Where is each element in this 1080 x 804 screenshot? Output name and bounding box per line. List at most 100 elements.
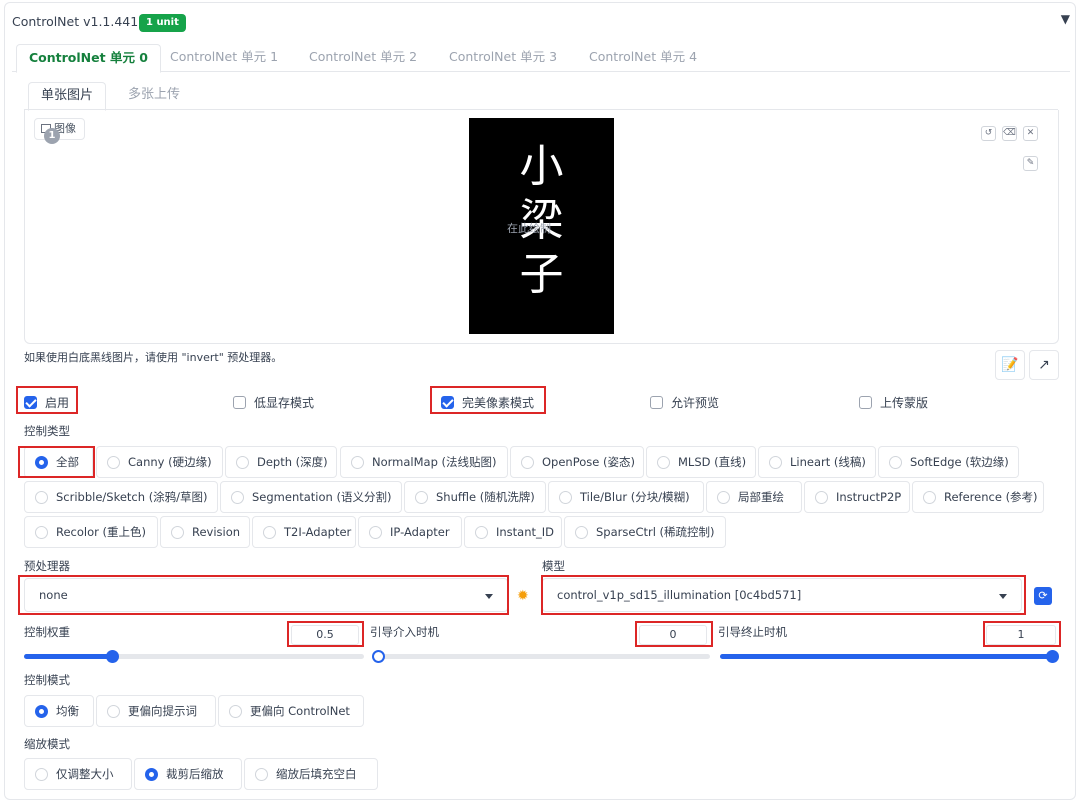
- tab-unit-4[interactable]: ControlNet 单元 4: [577, 44, 709, 72]
- radio-icon: [369, 525, 382, 539]
- highlight-end-value: [983, 621, 1061, 647]
- collapse-triangle-icon[interactable]: ▼: [1061, 12, 1070, 26]
- radio-icon: [717, 490, 730, 504]
- end-slider[interactable]: [720, 650, 1059, 663]
- radio-icon: [351, 455, 364, 469]
- refresh-icon[interactable]: ⟳: [1034, 587, 1052, 605]
- control-type-ip-adapter-label: IP-Adapter: [390, 525, 450, 539]
- control-mode-controlnet[interactable]: 更偏向 ControlNet: [218, 695, 364, 727]
- resize-mode-fill[interactable]: 缩放后填充空白: [244, 758, 378, 790]
- control-mode-prompt[interactable]: 更偏向提示词: [96, 695, 216, 727]
- highlight-control-type-all: [18, 446, 95, 478]
- control-type-canny[interactable]: Canny (硬边缘): [96, 446, 223, 478]
- eraser-icon[interactable]: ⌫: [1002, 126, 1017, 141]
- control-type-openpose[interactable]: OpenPose (姿态): [510, 446, 644, 478]
- control-type-shuffle[interactable]: Shuffle (随机洗牌): [404, 481, 546, 513]
- low-vram-checkbox[interactable]: 低显存模式: [233, 394, 314, 411]
- end-slider-fill: [720, 654, 1058, 659]
- control-type-sparsectrl-label: SparseCtrl (稀疏控制): [596, 525, 715, 539]
- control-type-segmentation[interactable]: Segmentation (语义分割): [220, 481, 402, 513]
- control-type-ip-adapter[interactable]: IP-Adapter: [358, 516, 462, 548]
- radio-icon: [107, 455, 120, 469]
- tab-unit-2[interactable]: ControlNet 单元 2: [297, 44, 429, 72]
- control-type-t2i-adapter[interactable]: T2I-Adapter: [252, 516, 356, 548]
- start-slider[interactable]: [372, 650, 710, 663]
- radio-icon: [475, 525, 488, 539]
- radio-icon: [236, 455, 249, 469]
- end-slider-thumb[interactable]: [1046, 650, 1059, 663]
- preprocessor-label: 预处理器: [24, 559, 70, 573]
- radio-selected-icon: [145, 767, 158, 781]
- control-mode-balanced[interactable]: 均衡: [24, 695, 94, 727]
- explosion-icon[interactable]: ✹: [517, 588, 529, 604]
- allow-preview-checkbox[interactable]: 允许预览: [650, 394, 719, 411]
- control-type-depth[interactable]: Depth (深度): [225, 446, 337, 478]
- panel-title[interactable]: ControlNet v1.1.441: [12, 14, 138, 29]
- send-arrow-icon[interactable]: ↗: [1029, 350, 1059, 380]
- highlight-weight-value: [287, 621, 364, 647]
- resize-mode-crop[interactable]: 裁剪后缩放: [134, 758, 242, 790]
- weight-slider-thumb[interactable]: [106, 650, 119, 663]
- control-type-sparsectrl[interactable]: SparseCtrl (稀疏控制): [564, 516, 726, 548]
- control-type-lineart[interactable]: Lineart (线稿): [758, 446, 876, 478]
- control-type-recolor[interactable]: Recolor (重上色): [24, 516, 158, 548]
- control-type-instructp2p[interactable]: InstructP2P: [804, 481, 910, 513]
- close-icon[interactable]: ✕: [1023, 126, 1038, 141]
- resize-mode-just-resize[interactable]: 仅调整大小: [24, 758, 132, 790]
- control-type-reference[interactable]: Reference (参考): [912, 481, 1044, 513]
- radio-icon: [35, 525, 48, 539]
- radio-icon: [559, 490, 572, 504]
- allow-preview-label: 允许预览: [671, 396, 720, 410]
- control-type-instant-id[interactable]: Instant_ID: [464, 516, 562, 548]
- resize-mode-label: 缩放模式: [24, 737, 70, 751]
- start-slider-thumb[interactable]: [372, 650, 385, 663]
- control-type-t2i-adapter-label: T2I-Adapter: [284, 525, 352, 539]
- control-type-softedge[interactable]: SoftEdge (软边缘): [878, 446, 1019, 478]
- highlight-pixel-perfect: [430, 386, 546, 414]
- control-type-mlsd-label: MLSD (直线): [678, 455, 747, 469]
- highlight-enable: [16, 386, 78, 414]
- tab-unit-0[interactable]: ControlNet 单元 0: [16, 44, 161, 73]
- tab-unit-1[interactable]: ControlNet 单元 1: [158, 44, 290, 72]
- checkbox-icon: [650, 396, 663, 409]
- control-type-normalmap[interactable]: NormalMap (法线贴图): [340, 446, 508, 478]
- canvas-draw-watermark: 在此绘制: [507, 222, 551, 235]
- control-type-mlsd[interactable]: MLSD (直线): [646, 446, 756, 478]
- control-type-tile[interactable]: Tile/Blur (分块/模糊): [548, 481, 704, 513]
- tab-batch-upload[interactable]: 多张上传: [116, 82, 192, 110]
- control-type-depth-label: Depth (深度): [257, 455, 328, 469]
- highlight-start-value: [635, 621, 713, 647]
- radio-icon: [255, 767, 268, 781]
- control-type-scribble[interactable]: Scribble/Sketch (涂鸦/草图): [24, 481, 218, 513]
- image-index-badge: 1: [44, 128, 60, 144]
- input-tab-bar: 单张图片 多张上传: [24, 82, 1058, 111]
- control-type-inpaint[interactable]: 局部重绘: [706, 481, 802, 513]
- control-type-tile-label: Tile/Blur (分块/模糊): [580, 490, 690, 504]
- radio-icon: [229, 704, 242, 718]
- tab-unit-3[interactable]: ControlNet 单元 3: [437, 44, 569, 72]
- edit-note-icon[interactable]: 📝: [995, 350, 1025, 380]
- radio-icon: [231, 490, 244, 504]
- weight-slider[interactable]: [24, 650, 364, 663]
- undo-icon[interactable]: ↺: [981, 126, 996, 141]
- resize-mode-just-resize-label: 仅调整大小: [56, 767, 114, 781]
- invert-hint: 如果使用白底黑线图片，请使用 "invert" 预处理器。: [24, 351, 283, 364]
- control-mode-prompt-label: 更偏向提示词: [128, 704, 197, 718]
- brush-icon[interactable]: ✎: [1023, 156, 1038, 171]
- start-label: 引导介入时机: [370, 625, 439, 639]
- tab-single-image[interactable]: 单张图片: [28, 82, 107, 111]
- radio-icon: [263, 525, 276, 539]
- control-mode-controlnet-label: 更偏向 ControlNet: [250, 704, 350, 718]
- control-type-instructp2p-label: InstructP2P: [836, 490, 902, 504]
- upload-mask-checkbox[interactable]: 上传蒙版: [859, 394, 928, 411]
- low-vram-label: 低显存模式: [254, 396, 315, 410]
- control-type-scribble-label: Scribble/Sketch (涂鸦/草图): [56, 490, 208, 504]
- control-type-label: 控制类型: [24, 424, 70, 438]
- canvas-char-1: 小: [519, 141, 564, 192]
- weight-label: 控制权重: [24, 625, 70, 639]
- highlight-model: [541, 575, 1026, 615]
- control-type-revision[interactable]: Revision: [160, 516, 250, 548]
- control-type-recolor-label: Recolor (重上色): [56, 525, 146, 539]
- control-type-normalmap-label: NormalMap (法线贴图): [372, 455, 497, 469]
- radio-icon: [35, 490, 48, 504]
